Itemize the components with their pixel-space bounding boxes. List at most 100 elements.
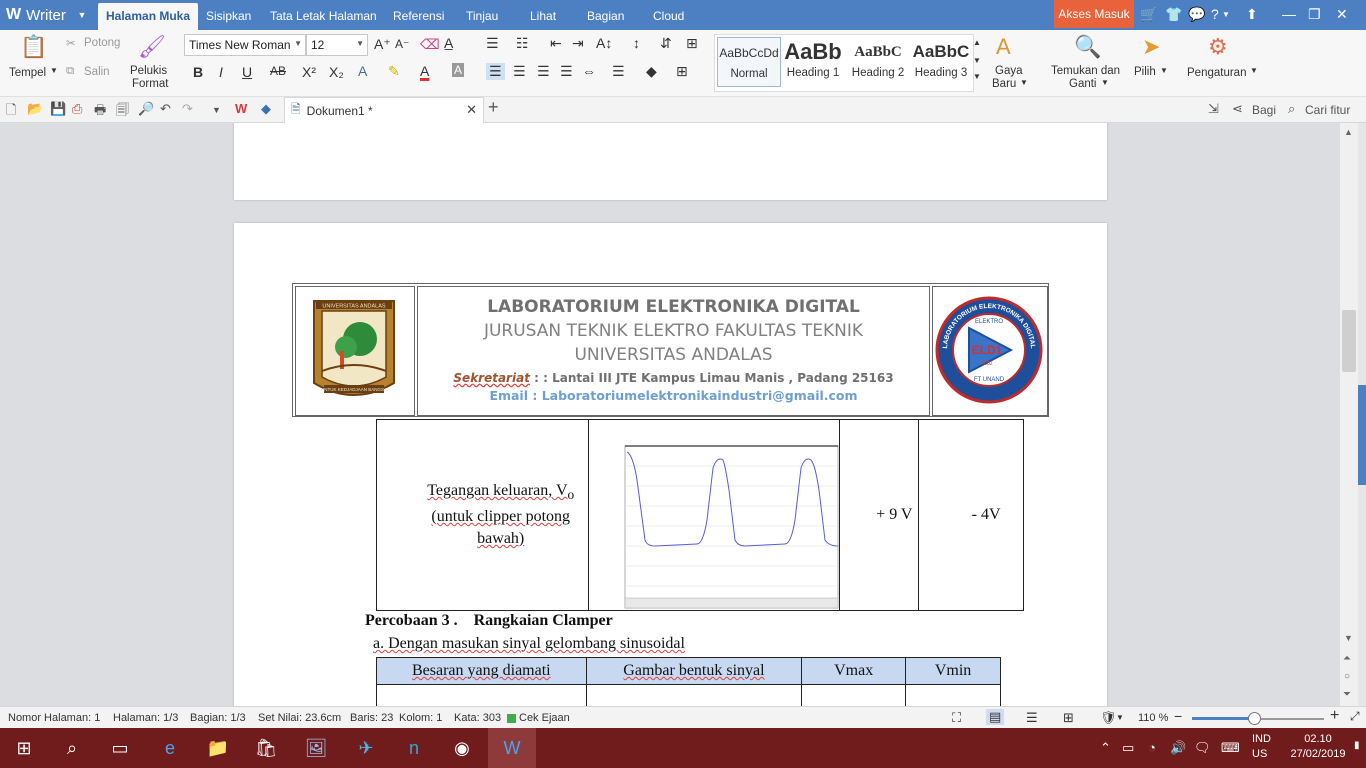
share-icon[interactable]: ⋖ <box>1232 101 1243 117</box>
format-painter-label-1[interactable]: Pelukis <box>130 65 167 77</box>
open-icon[interactable]: 📂 <box>27 101 43 117</box>
keyboard-icon[interactable]: ⌨ <box>1221 740 1240 756</box>
login-button[interactable]: Akses Masuk <box>1054 0 1134 28</box>
sort-icon[interactable]: ↕ <box>633 35 640 51</box>
clear-format-icon[interactable]: ⌫ <box>420 36 440 53</box>
feedback-icon[interactable]: 💬 <box>1188 6 1205 23</box>
table1-vmax-cell[interactable]: + 9 V <box>839 419 920 611</box>
settings-dropdown-icon[interactable]: ▼ <box>1250 66 1258 75</box>
text-effect-icon[interactable]: A̲ <box>444 35 453 51</box>
numbering-icon[interactable]: ☷ <box>516 35 529 52</box>
col-header-gambar[interactable]: Gambar bentuk sinyal <box>585 657 803 685</box>
superscript-icon[interactable]: X² <box>302 64 316 80</box>
start-button[interactable]: ⊞ <box>0 728 48 768</box>
new-tab-icon[interactable]: + <box>488 97 499 118</box>
new-style-icon[interactable]: A <box>996 34 1011 60</box>
spell-check-icon[interactable]: 🔎 <box>138 101 154 117</box>
app-n-icon[interactable]: n <box>390 728 438 768</box>
new-style-label-1[interactable]: Gaya <box>995 65 1023 77</box>
battery-icon[interactable]: ▭ <box>1122 740 1134 756</box>
maximize-icon[interactable]: ❐ <box>1308 6 1321 23</box>
notification-icon[interactable]: 🗨 <box>1194 740 1211 756</box>
close-tab-icon[interactable]: ✕ <box>466 102 477 118</box>
table1-signal-cell[interactable] <box>588 419 841 611</box>
protect-icon[interactable]: 🛡 <box>1100 710 1117 726</box>
find-replace-label-1[interactable]: Temukan dan <box>1051 65 1120 77</box>
chrome-icon[interactable]: ◉ <box>438 728 486 768</box>
protect-dropdown-icon[interactable]: ▼ <box>1116 713 1124 722</box>
volume-icon[interactable]: 🔊 <box>1170 740 1186 756</box>
paste-button[interactable]: Tempel <box>9 67 46 79</box>
tab-sisipkan[interactable]: Sisipkan <box>198 0 259 30</box>
increase-indent-icon[interactable]: ⇥ <box>572 35 584 52</box>
char-shading-icon[interactable]: A <box>452 63 465 77</box>
language-indicator[interactable]: IND US <box>1252 732 1271 762</box>
tab-tinjau[interactable]: Tinjau <box>458 0 506 30</box>
style-heading-3[interactable]: AaBbC Heading 3 <box>909 37 973 87</box>
photos-icon[interactable]: 🖼 <box>292 728 340 768</box>
cut-button[interactable]: Potong <box>84 37 120 49</box>
web-view-icon[interactable]: ⊞ <box>1063 710 1074 726</box>
side-panel-tab[interactable] <box>1358 385 1366 485</box>
document-area[interactable]: UNIVERSITAS ANDALAS UNTUK KEDJADJAAN BAN… <box>0 123 1340 706</box>
search-features[interactable]: Cari fitur <box>1305 103 1350 117</box>
app-menu-button[interactable]: W Writer <box>0 0 72 30</box>
prev-page-icon[interactable]: ⏶ <box>1343 653 1351 664</box>
strikethrough-icon[interactable]: AB <box>270 64 286 78</box>
copy-icon[interactable]: ⧉ <box>66 65 74 78</box>
style-heading-2[interactable]: AaBbC Heading 2 <box>846 37 910 87</box>
taskbar-search-icon[interactable]: ⌕ <box>48 728 96 768</box>
telegram-icon[interactable]: ✈ <box>342 728 390 768</box>
tab-tata-letak[interactable]: Tata Letak Halaman <box>262 0 385 30</box>
paste-dropdown-icon[interactable]: ▼ <box>50 66 58 75</box>
zoom-level[interactable]: 110 % <box>1138 712 1168 724</box>
select-cursor-icon[interactable]: ➤ <box>1142 34 1160 60</box>
font-effects-icon[interactable]: A <box>358 63 367 79</box>
new-style-dropdown-icon[interactable]: ▼ <box>1020 78 1028 87</box>
copy-button[interactable]: Salin <box>84 66 110 78</box>
print-icon[interactable]: 🖶 <box>94 101 106 123</box>
text-direction-icon[interactable]: A↕ <box>596 35 612 51</box>
justify-icon[interactable]: ☰ <box>560 63 573 80</box>
minimize-icon[interactable]: — <box>1282 6 1296 22</box>
highlight-icon[interactable]: ✎ <box>388 63 400 80</box>
status-spell-check[interactable]: Cek Ejaan <box>519 712 570 724</box>
col-header-besaran[interactable]: Besaran yang diamati <box>376 657 587 685</box>
zoom-slider-thumb[interactable] <box>1248 712 1262 725</box>
shading-icon[interactable]: ◆ <box>646 63 657 80</box>
table-cell[interactable] <box>376 684 587 706</box>
styles-scroll-up-icon[interactable]: ▲ <box>973 38 981 47</box>
edge-icon[interactable]: e <box>146 728 194 768</box>
action-center-icon[interactable]: ▮ <box>1354 740 1360 751</box>
customize-dropdown-icon[interactable]: ▼ <box>212 105 221 115</box>
distributed-icon[interactable]: ⇔ <box>582 63 596 79</box>
wps-writer-taskbar-icon[interactable]: W <box>488 728 536 768</box>
settings-icon[interactable]: ⚙ <box>1208 34 1228 60</box>
save-icon[interactable]: 💾 <box>50 101 66 117</box>
table1-label-cell[interactable]: Tegangan keluaran, Vo (untuk clipper pot… <box>375 419 590 611</box>
wps-logo-icon[interactable]: W <box>235 101 247 116</box>
zoom-out-icon[interactable]: − <box>1174 708 1182 724</box>
skin-icon[interactable]: 👕 <box>1165 6 1182 23</box>
vertical-scrollbar[interactable]: ▲ ▼ ⏶ ○ ⏷ <box>1340 123 1358 706</box>
clock[interactable]: 02.10 27/02/2019 <box>1288 732 1348 762</box>
fit-width-icon[interactable]: ⤢ <box>1350 709 1360 724</box>
file-explorer-icon[interactable]: 📁 <box>194 728 242 768</box>
find-replace-label-2[interactable]: Ganti <box>1069 78 1097 90</box>
new-style-label-2[interactable]: Baru <box>992 78 1016 90</box>
select-button[interactable]: Pilih <box>1134 66 1156 78</box>
format-painter-icon[interactable]: 🖌 <box>138 34 166 60</box>
side-panel-toggle[interactable] <box>1358 123 1366 706</box>
document-tab[interactable]: 🗎 Dokumen1 * ✕ <box>284 97 484 123</box>
col-header-vmax[interactable]: Vmax <box>801 657 907 685</box>
find-replace-icon[interactable]: 🔍 <box>1074 34 1101 60</box>
page-current[interactable]: UNIVERSITAS ANDALAS UNTUK KEDJADJAAN BAN… <box>234 223 1107 706</box>
grow-font-icon[interactable]: A⁺ <box>374 36 391 53</box>
italic-icon[interactable]: I <box>219 64 223 80</box>
task-view-icon[interactable]: ▭ <box>96 728 144 768</box>
undo-icon[interactable]: ↶ <box>160 101 171 117</box>
search-icon[interactable]: ⌕ <box>1288 101 1295 117</box>
align-left-icon[interactable]: ☰ <box>486 63 505 80</box>
borders-icon[interactable]: ⊞ <box>676 63 688 80</box>
font-size-select[interactable]: 12 ▼ <box>306 34 368 56</box>
